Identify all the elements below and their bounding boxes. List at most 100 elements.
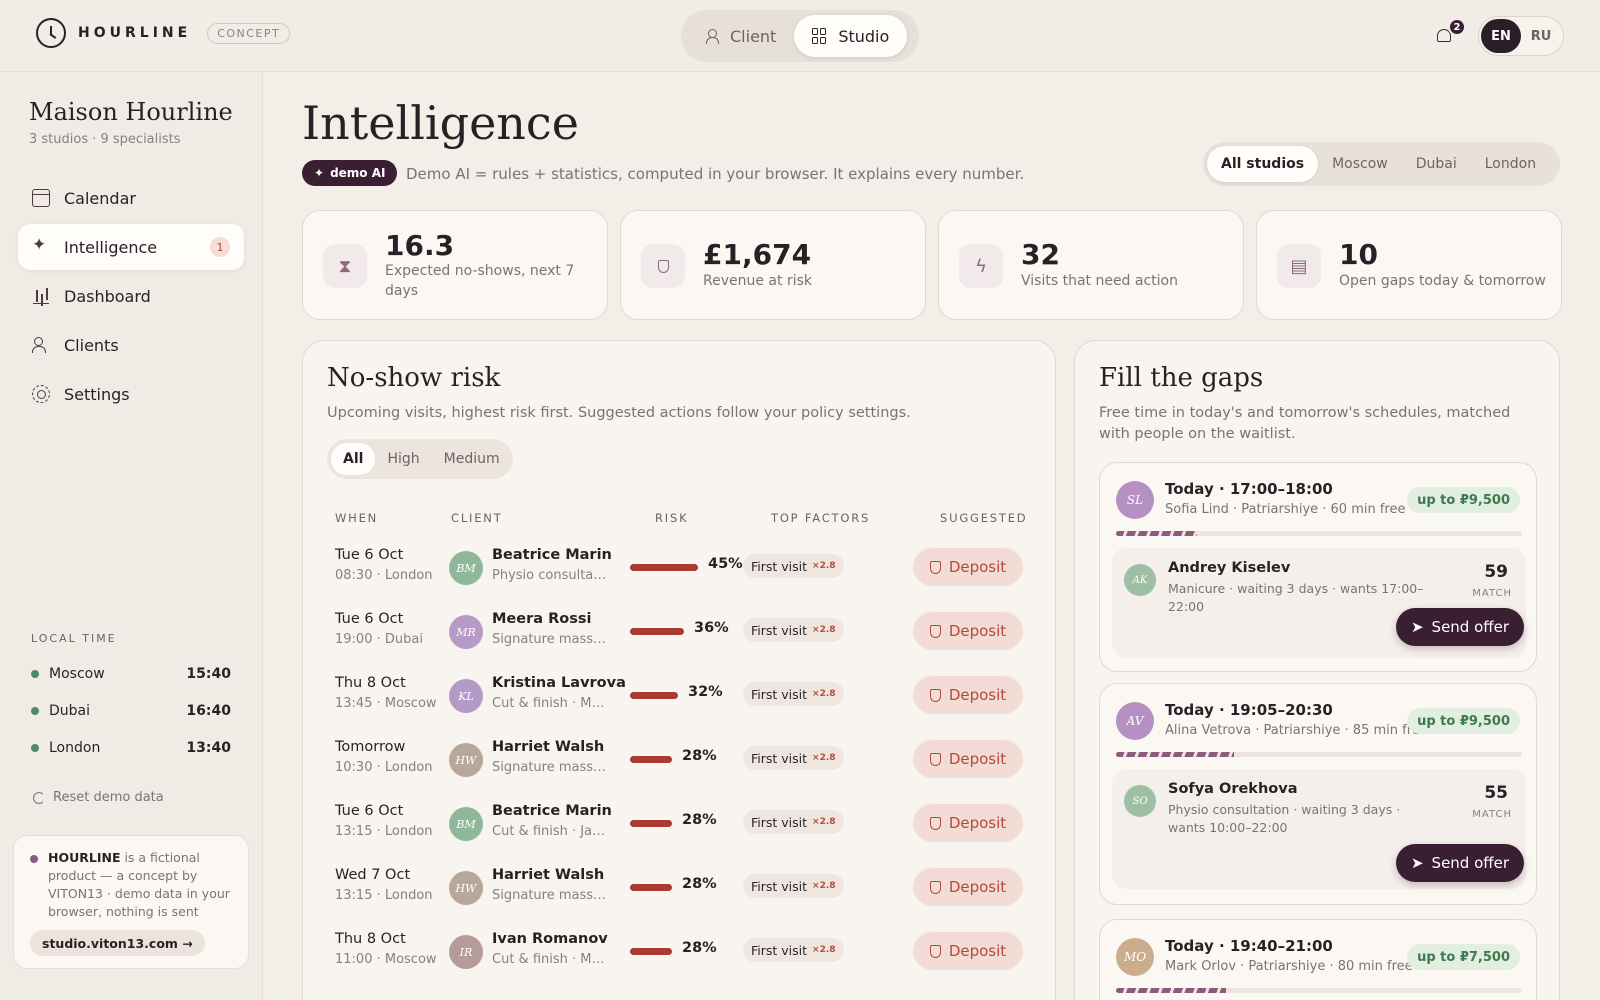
panel-subtitle: Upcoming visits, highest risk first. Sug…	[327, 405, 911, 421]
avatar: BM	[449, 807, 483, 841]
client-name[interactable]: Harriet Walsh	[492, 739, 604, 755]
shield-icon	[929, 624, 941, 638]
client-name[interactable]: Harriet Walsh	[492, 867, 604, 883]
sidebar-item-intelligence[interactable]: Intelligence 1	[18, 224, 244, 270]
visit-time-location: 13:15 · London	[335, 824, 433, 839]
gap-time: Today · 19:40–21:00	[1165, 937, 1333, 955]
client-name[interactable]: Meera Rossi	[492, 611, 591, 627]
client-name[interactable]: Beatrice Marin	[492, 803, 612, 819]
kpi-value: £1,674	[703, 238, 812, 271]
brand-name: HOURLINE	[78, 25, 192, 41]
filter-all-button[interactable]: All	[331, 443, 376, 475]
lang-en-button[interactable]: EN	[1481, 19, 1521, 53]
client-name[interactable]: Beatrice Marin	[492, 547, 612, 563]
table-row[interactable]: Tue 6 Oct 08:30 · London BM Beatrice Marin P…	[303, 539, 1059, 603]
studio-london-button[interactable]: London	[1471, 146, 1550, 182]
sidebar-item-settings[interactable]: Settings	[18, 371, 244, 417]
local-time-city: Moscow	[49, 666, 105, 682]
column-header-client: CLIENT	[451, 511, 503, 525]
client-name[interactable]: Ivan Romanov	[492, 931, 608, 947]
table-row[interactable]: Tue 6 Oct 19:00 · Dubai MR Meera Rossi Signa…	[303, 603, 1059, 667]
local-time-value: 15:40	[186, 666, 231, 682]
client-service: Physio consultation	[492, 568, 610, 583]
shield-icon	[929, 752, 941, 766]
gap-time: Today · 17:00–18:00	[1165, 480, 1333, 498]
mode-studio-button[interactable]: Studio	[794, 15, 908, 57]
factor-label: First visit	[751, 878, 808, 894]
match-name: Sofya Orekhova	[1168, 781, 1298, 797]
deposit-button[interactable]: Deposit	[913, 548, 1023, 586]
fill-the-gaps-panel: Fill the gaps Free time in today's and t…	[1074, 340, 1560, 1000]
deposit-button[interactable]: Deposit	[913, 612, 1023, 650]
avatar: AK	[1124, 564, 1156, 596]
notifications-button[interactable]: 2	[1432, 18, 1466, 48]
brand[interactable]: HOURLINE CONCEPT	[36, 18, 291, 48]
gap-card: MO Today · 19:40–21:00 Mark Orlov · Patr…	[1099, 919, 1537, 1000]
deposit-label: Deposit	[948, 750, 1007, 768]
gap-fill-track	[1116, 752, 1522, 757]
local-time-row: London 13:40	[31, 740, 231, 756]
risk-bar	[630, 884, 672, 891]
mode-client-button[interactable]: Client	[686, 15, 794, 57]
avatar: SL	[1116, 481, 1154, 519]
promo-brand: HOURLINE	[48, 850, 121, 865]
visit-date: Tomorrow	[335, 739, 406, 755]
kpi-value: 16.3	[385, 229, 455, 262]
risk-bar	[630, 948, 672, 955]
deposit-button[interactable]: Deposit	[913, 740, 1023, 778]
filter-high-button[interactable]: High	[375, 443, 431, 475]
factor-chip: First visit ×2.8	[743, 938, 844, 962]
visit-time-location: 13:45 · Moscow	[335, 696, 437, 711]
risk-percent: 28%	[682, 876, 717, 892]
studio-dubai-button[interactable]: Dubai	[1402, 146, 1471, 182]
deposit-label: Deposit	[948, 686, 1007, 704]
factor-label: First visit	[751, 558, 808, 574]
sidebar-item-calendar[interactable]: Calendar	[18, 175, 244, 221]
column-header-suggested: SUGGESTED	[940, 511, 1028, 525]
gap-card: AV Today · 19:05–20:30 Alina Vetrova · P…	[1099, 683, 1537, 905]
sidebar-item-dashboard[interactable]: Dashboard	[18, 273, 244, 319]
panel-title: No-show risk	[327, 363, 501, 393]
kpi-label: Revenue at risk	[703, 273, 812, 289]
factor-multiplier: ×2.8	[812, 945, 836, 955]
deposit-button[interactable]: Deposit	[913, 676, 1023, 714]
table-row[interactable]: Thu 8 Oct 13:45 · Moscow KL Kristina Lavrov…	[303, 667, 1059, 731]
promo-link[interactable]: studio.viton13.com →	[30, 930, 205, 956]
lang-ru-button[interactable]: RU	[1521, 19, 1561, 53]
gap-value-badge: up to ₽9,500	[1407, 487, 1520, 513]
factor-label: First visit	[751, 942, 808, 958]
factor-multiplier: ×2.8	[812, 753, 836, 763]
sidebar-item-label: Calendar	[64, 188, 136, 208]
clock-logo-icon	[36, 18, 66, 48]
filter-medium-button[interactable]: Medium	[432, 443, 512, 475]
sidebar-item-clients[interactable]: Clients	[18, 322, 244, 368]
table-row[interactable]: Tomorrow 10:30 · London HW Harriet Walsh Sig…	[303, 731, 1059, 795]
match-score-label: MATCH	[1472, 809, 1512, 820]
studio-filter: All studios Moscow Dubai London	[1203, 142, 1560, 186]
factor-label: First visit	[751, 814, 808, 830]
avatar: SO	[1124, 785, 1156, 817]
client-service: Cut & finish · Mark	[492, 952, 610, 967]
table-row[interactable]: Wed 7 Oct 13:15 · London HW Harriet Walsh Si…	[303, 859, 1059, 923]
client-name[interactable]: Kristina Lavrova	[492, 675, 626, 691]
match-details: Manicure · waiting 3 days · wants 17:00–…	[1168, 581, 1424, 614]
concept-tag: CONCEPT	[207, 22, 291, 44]
deposit-button[interactable]: Deposit	[913, 932, 1023, 970]
local-time-city: London	[49, 740, 101, 756]
table-row[interactable]: Tue 6 Oct 13:15 · London BM Beatrice Marin C…	[303, 795, 1059, 859]
send-offer-button[interactable]: ➤ Send offer	[1396, 844, 1524, 882]
visit-date: Tue 6 Oct	[335, 611, 404, 627]
gap-card: SL Today · 17:00–18:00 Sofia Lind · Patr…	[1099, 462, 1537, 672]
studio-moscow-button[interactable]: Moscow	[1318, 146, 1402, 182]
org-subtitle: 3 studios · 9 specialists	[29, 132, 181, 147]
table-row[interactable]: Thu 8 Oct 11:00 · Moscow IR Ivan Romanov Cut…	[303, 923, 1059, 987]
deposit-button[interactable]: Deposit	[913, 868, 1023, 906]
gap-fill-bar	[1116, 531, 1198, 536]
bar-chart-icon	[32, 287, 50, 305]
send-offer-button[interactable]: ➤ Send offer	[1396, 608, 1524, 646]
kpi-label: Open gaps today & tomorrow	[1339, 273, 1546, 289]
risk-percent: 45%	[708, 556, 743, 572]
reset-demo-button[interactable]: Reset demo data	[33, 790, 164, 805]
studio-all-button[interactable]: All studios	[1207, 146, 1319, 182]
deposit-button[interactable]: Deposit	[913, 804, 1023, 842]
